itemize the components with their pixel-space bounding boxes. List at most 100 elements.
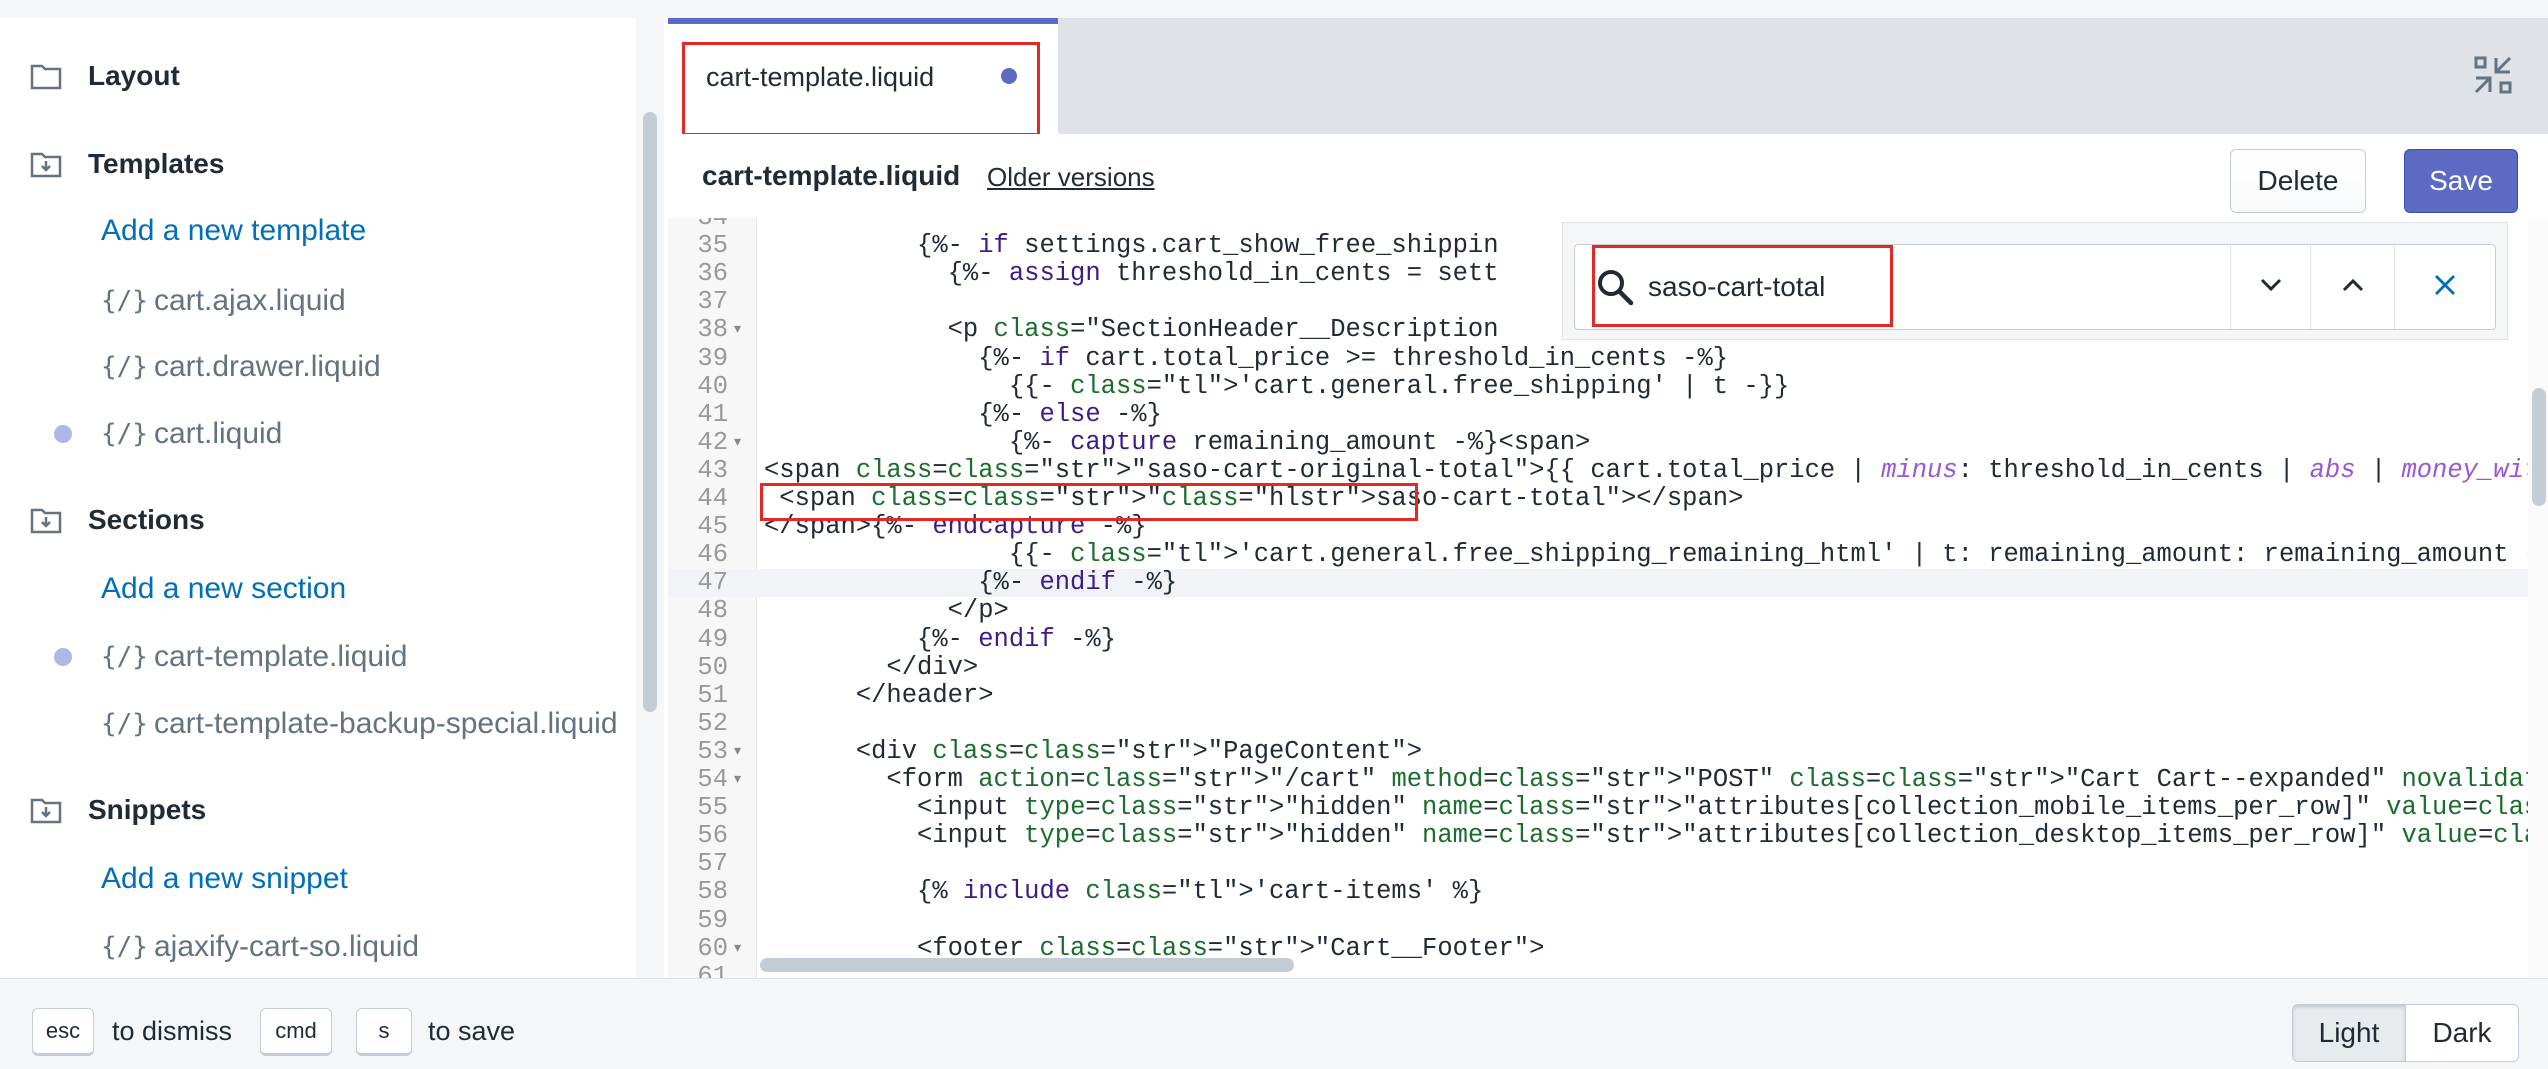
line-number: 51: [697, 680, 728, 710]
code-text: </p>: [764, 596, 1009, 626]
code-line[interactable]: 42 ▾ {%- capture remaining_amount -%}<spa…: [668, 427, 2528, 457]
section-title: Templates: [88, 148, 225, 179]
vertical-scrollbar[interactable]: [2532, 388, 2546, 506]
code-line[interactable]: 55 <input type=class="str">"hidden" name…: [668, 794, 2528, 822]
next-match-button[interactable]: [2230, 245, 2311, 329]
file-name: cart-template-backup-special.liquid: [153, 707, 618, 740]
file-item[interactable]: {/} cart-template-backup-special.liquid: [101, 707, 618, 741]
older-versions-link[interactable]: Older versions: [987, 162, 1155, 193]
key-esc: esc: [32, 1008, 94, 1056]
code-file-icon: {/}: [101, 932, 148, 962]
code-line[interactable]: 40 {{- class="tl">'cart.general.free_shi…: [668, 371, 2528, 401]
code-text: {% include class="tl">'cart-items' %}: [764, 877, 1484, 907]
folder-download-icon: [30, 504, 66, 536]
line-number: 39: [697, 343, 728, 373]
fold-arrow-icon[interactable]: ▾: [734, 738, 741, 766]
modified-dot-icon: [54, 648, 72, 666]
code-line[interactable]: 50 </div>: [668, 652, 2528, 682]
code-line[interactable]: 41 {%- else -%}: [668, 399, 2528, 429]
code-text: {%- if settings.cart_show_free_shippin: [764, 231, 1499, 261]
code-line[interactable]: 54 ▾ <form action=class="str">"/cart" met…: [668, 766, 2528, 794]
line-number: 36: [697, 259, 728, 289]
code-line[interactable]: 52: [668, 708, 2528, 738]
folder-icon: [30, 60, 66, 92]
file-name: cart.liquid: [153, 417, 283, 450]
code-text: <div class=class="str">"PageContent">: [764, 736, 1423, 766]
fold-arrow-icon[interactable]: ▾: [734, 316, 741, 344]
code-line[interactable]: 56 <input type=class="str">"hidden" name…: [668, 822, 2528, 850]
code-line[interactable]: 57: [668, 850, 2528, 878]
horizontal-scrollbar[interactable]: [760, 958, 1294, 972]
code-line[interactable]: 58 {% include class="tl">'cart-items' %}: [668, 878, 2528, 906]
code-text: {{- class="tl">'cart.general.free_shippi…: [764, 540, 2528, 570]
key-s: s: [356, 1008, 412, 1056]
code-line[interactable]: 43 <span class=class="str">"saso-cart-ori…: [668, 455, 2528, 485]
code-line[interactable]: 59: [668, 905, 2528, 935]
previous-match-button[interactable]: [2310, 245, 2395, 329]
close-icon: [2433, 273, 2457, 302]
code-text: {%- capture remaining_amount -%}<span>: [764, 427, 1591, 457]
code-text: </div>: [764, 652, 979, 682]
code-text: <form action=class="str">"/cart" method=…: [764, 765, 2528, 794]
add-section-link[interactable]: Add a new section: [101, 572, 346, 606]
line-number: 52: [697, 708, 728, 738]
code-line[interactable]: 51 </header>: [668, 680, 2528, 710]
folder-download-icon: [30, 148, 66, 180]
line-number: 59: [697, 905, 728, 935]
section-sections[interactable]: Sections: [30, 498, 205, 542]
line-number: 42: [697, 427, 728, 457]
save-button[interactable]: Save: [2404, 149, 2518, 213]
close-search-button[interactable]: [2394, 245, 2495, 329]
code-line[interactable]: 48 </p>: [668, 597, 2528, 625]
file-item[interactable]: {/} cart.ajax.liquid: [101, 284, 346, 318]
file-item[interactable]: {/} cart.drawer.liquid: [101, 350, 381, 384]
line-number: 56: [697, 821, 728, 851]
code-line[interactable]: 49 {%- endif -%}: [668, 624, 2528, 654]
code-line[interactable]: 46 {{- class="tl">'cart.general.free_shi…: [668, 541, 2528, 569]
line-number: 43: [697, 455, 728, 485]
dark-theme-button[interactable]: Dark: [2405, 1004, 2519, 1062]
line-number: 40: [697, 371, 728, 401]
annotation-highlight-search: [1592, 245, 1893, 327]
section-snippets[interactable]: Snippets: [30, 788, 206, 832]
line-number: 46: [697, 540, 728, 570]
file-item[interactable]: {/} cart-template.liquid: [101, 640, 407, 674]
collapse-icon[interactable]: [2472, 54, 2514, 96]
section-templates[interactable]: Templates: [30, 142, 224, 186]
add-snippet-link[interactable]: Add a new snippet: [101, 862, 348, 896]
file-item[interactable]: {/} cart.liquid: [101, 417, 282, 451]
delete-button[interactable]: Delete: [2230, 149, 2366, 213]
code-line[interactable]: 39 {%- if cart.total_price >= threshold_…: [668, 343, 2528, 373]
line-number: 44: [697, 484, 728, 513]
code-line[interactable]: 47 {%- endif -%}: [668, 568, 2528, 598]
section-title: Sections: [88, 504, 205, 535]
code-text: {%- endif -%}: [764, 568, 1178, 598]
code-file-icon: {/}: [101, 642, 148, 672]
fold-arrow-icon[interactable]: ▾: [734, 935, 741, 963]
code-line[interactable]: 53 ▾ <div class=class="str">"PageContent"…: [668, 736, 2528, 766]
folder-download-icon: [30, 794, 66, 826]
dismiss-hint: to dismiss: [112, 1016, 233, 1046]
line-number: 35: [697, 231, 728, 261]
line-number: 50: [697, 652, 728, 682]
line-number: 41: [697, 399, 728, 429]
file-name: ajaxify-cart-so.liquid: [153, 930, 420, 963]
code-text: {%- endif -%}: [764, 624, 1116, 654]
modified-dot-icon: [54, 425, 72, 443]
line-number: 55: [697, 793, 728, 823]
code-text: <input type=class="str">"hidden" name=cl…: [764, 821, 2528, 851]
fold-arrow-icon[interactable]: ▾: [734, 429, 741, 457]
file-item[interactable]: {/} ajaxify-cart-so.liquid: [101, 930, 419, 964]
add-template-link[interactable]: Add a new template: [101, 214, 366, 248]
line-number: 37: [697, 287, 728, 317]
sidebar-scrollbar[interactable]: [643, 112, 657, 712]
section-layout[interactable]: Layout: [30, 54, 180, 98]
line-number: 60: [697, 933, 728, 963]
file-name: cart.ajax.liquid: [153, 284, 346, 317]
fold-arrow-icon[interactable]: ▾: [734, 766, 741, 794]
chevron-up-icon: [2342, 278, 2364, 297]
line-number: 53: [697, 736, 728, 766]
line-number: 49: [697, 624, 728, 654]
line-number: 48: [697, 596, 728, 626]
light-theme-button[interactable]: Light: [2292, 1004, 2406, 1062]
